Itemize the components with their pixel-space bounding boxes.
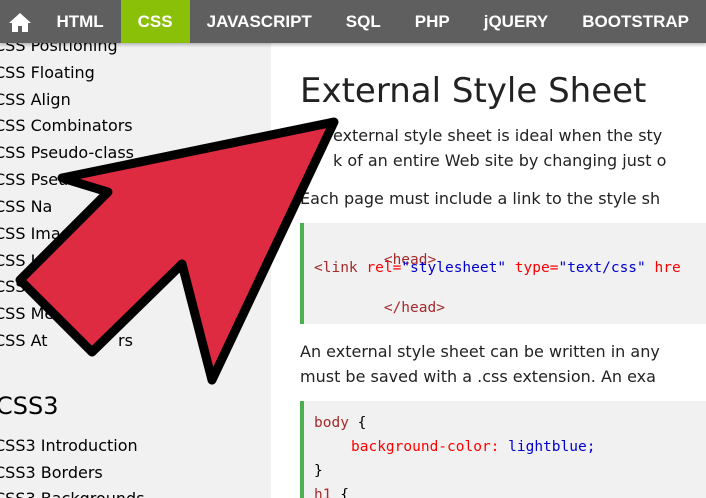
nav-sql[interactable]: SQL [329,0,398,43]
code-line: h1 { [314,487,349,498]
nav-html[interactable]: HTML [39,0,120,43]
external-sheet-paragraph-line-1: An external style sheet can be written i… [300,342,660,361]
link-instruction-paragraph: Each page must include a link to the sty… [300,189,661,208]
sidebar: CSS Positioning CSS Floating CSS Align C… [0,43,271,498]
code-line: } [314,463,323,479]
nav-php[interactable]: PHP [398,0,467,43]
code-value: "stylesheet" [401,260,507,276]
home-icon [8,12,31,32]
code-attribute: rel= [357,260,402,276]
code-line: <link rel="stylesheet" type="text/css" h… [314,260,681,276]
sidebar-item-css-positioning[interactable]: CSS Positioning [0,43,118,55]
home-button[interactable] [0,0,39,43]
code-property: background-color: [351,439,500,455]
code-selector: h1 [314,487,332,498]
sidebar-item-css-attr-selectors[interactable]: CSS At [0,331,48,350]
code-selector: body [314,415,349,431]
external-sheet-paragraph-line-2: must be saved with a .css extension. An … [300,367,656,386]
code-brace: { [348,415,367,431]
sidebar-item-css-navigation[interactable]: CSS Na [0,197,52,216]
code-example-css: body { background-color: lightblue; } h1… [300,401,706,498]
nav-css[interactable]: CSS [120,0,190,43]
sidebar-item-css-image-gallery[interactable]: CSS Image Ga [0,224,108,243]
sidebar-item-css-attr-selectors-tail: rs [118,331,133,350]
nav-jquery[interactable]: jQUERY [467,0,566,43]
sidebar-item-css-combinators[interactable]: CSS Combinators [0,116,133,135]
main-content: External Style Sheet external style shee… [271,43,706,498]
code-brace: } [314,463,323,479]
code-line: body { [314,415,366,431]
sidebar-item-css3-borders[interactable]: CSS3 Borders [0,463,103,482]
sidebar-item-css-media[interactable]: CSS Me [0,304,54,323]
sidebar-item-css-image-sprites[interactable]: CSS Image S [0,277,96,296]
code-example-head: <head> <link rel="stylesheet" type="text… [300,223,706,324]
code-value: "text/css" [558,260,646,276]
intro-paragraph-line-1: external style sheet is ideal when the s… [333,126,663,145]
code-line: </head> [314,284,445,332]
sidebar-item-css3-introduction[interactable]: CSS3 Introduction [0,436,138,455]
nav-javascript[interactable]: JAVASCRIPT [190,0,329,43]
sidebar-heading-css3: CSS3 [0,392,59,420]
code-tag: <link [314,260,358,276]
intro-paragraph-line-2: k of an entire Web site by changing just… [333,151,667,170]
sidebar-item-css-pseudo-element[interactable]: CSS Pseudo-ele [0,170,118,189]
nav-bootstrap[interactable]: BOOTSTRAP [565,0,706,43]
sidebar-item-css-pseudo-class[interactable]: CSS Pseudo-class [0,143,134,162]
code-tag: </head> [383,300,445,316]
sidebar-item-css3-backgrounds[interactable]: CSS3 Backgrounds [0,489,145,498]
sidebar-item-css-image-opacity[interactable]: CSS Image Opaci [0,251,132,270]
page: HTML CSS JAVASCRIPT SQL PHP jQUERY BOOTS… [0,0,706,498]
code-attribute: hre [645,260,681,276]
code-brace: { [331,487,349,498]
top-navigation-bar: HTML CSS JAVASCRIPT SQL PHP jQUERY BOOTS… [0,0,706,43]
sidebar-item-css-floating[interactable]: CSS Floating [0,63,95,82]
page-title: External Style Sheet [300,71,647,111]
code-attribute: type= [506,260,559,276]
code-line: background-color: lightblue; [351,439,595,455]
code-property-value: lightblue; [499,439,596,455]
sidebar-item-css-align[interactable]: CSS Align [0,90,71,109]
